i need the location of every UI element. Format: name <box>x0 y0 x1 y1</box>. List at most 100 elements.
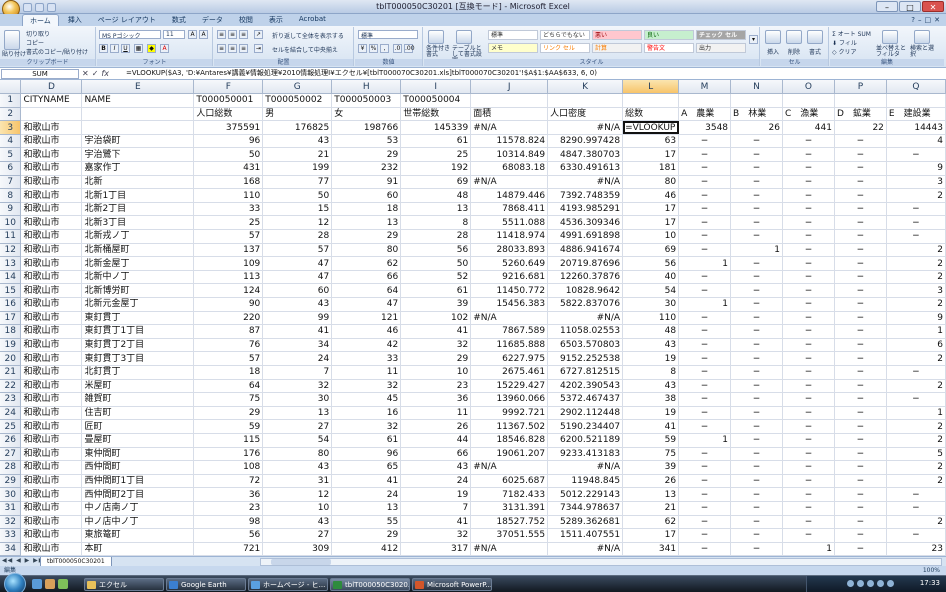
cell[interactable]: 北新桶屋町 <box>81 243 195 258</box>
cell[interactable]: − <box>678 188 732 203</box>
cell[interactable]: − <box>678 161 732 176</box>
cell[interactable]: 108 <box>193 460 264 475</box>
cell[interactable]: #N/A <box>547 120 624 135</box>
cell[interactable]: 和歌山市 <box>20 406 83 421</box>
cell[interactable]: 和歌山市 <box>20 283 83 298</box>
cell[interactable] <box>622 93 680 108</box>
sheet-nav-arrows[interactable]: ◀◀ ◀ ▶ ▶▶ <box>2 557 44 564</box>
cell[interactable]: 和歌山市 <box>20 215 83 231</box>
cell[interactable]: #N/A <box>547 175 624 190</box>
cell[interactable]: − <box>678 215 732 231</box>
cell[interactable]: 41 <box>400 515 472 530</box>
cell[interactable]: − <box>782 515 835 530</box>
ie-icon[interactable] <box>32 579 42 589</box>
cell[interactable]: 15456.383 <box>470 297 549 312</box>
cell[interactable]: 56 <box>622 256 680 271</box>
cell[interactable]: 2902.112448 <box>547 406 624 421</box>
cell[interactable]: 102 <box>400 311 472 326</box>
cell[interactable]: 56 <box>400 243 472 258</box>
cell[interactable]: 10 <box>622 229 680 244</box>
cell[interactable]: 18 <box>331 202 402 217</box>
cell[interactable]: 32 <box>331 379 402 394</box>
cell[interactable]: 1 <box>886 324 946 339</box>
cell[interactable]: − <box>782 297 835 312</box>
cell[interactable]: 431 <box>193 161 264 176</box>
cell[interactable]: 2 <box>886 515 946 530</box>
cell[interactable]: − <box>730 501 783 516</box>
cell[interactable]: 2 <box>886 243 946 258</box>
cell[interactable]: 9216.681 <box>470 270 549 285</box>
find-select-label[interactable]: 検索と選択 <box>910 46 938 58</box>
cell[interactable]: 和歌山市 <box>20 120 83 135</box>
cell[interactable]: 4536.309346 <box>547 215 624 231</box>
active-cell[interactable]: =VLOOKUP <box>622 120 680 135</box>
cell[interactable]: 雑賀町 <box>81 392 195 407</box>
cell[interactable]: 7868.411 <box>470 202 549 217</box>
align-middle-icon[interactable]: ≡ <box>228 30 237 39</box>
cell[interactable]: 北新博労町 <box>81 283 195 298</box>
column-header-e[interactable]: E <box>81 80 195 95</box>
cell[interactable]: 64 <box>193 379 264 394</box>
cell[interactable]: 53 <box>331 134 402 149</box>
select-all-corner[interactable] <box>0 80 22 95</box>
cell[interactable]: 11 <box>331 365 402 380</box>
format-as-table-icon[interactable] <box>456 30 472 44</box>
cell[interactable]: 9233.413183 <box>547 447 624 462</box>
cell[interactable]: 和歌山市 <box>20 433 83 448</box>
cell[interactable]: #N/A <box>547 542 624 556</box>
cell[interactable]: 43 <box>262 134 333 149</box>
row-header[interactable]: 4 <box>0 134 22 149</box>
cell[interactable]: 7867.589 <box>470 324 549 339</box>
cell[interactable]: 東旅篭町 <box>81 528 195 543</box>
cell[interactable] <box>730 93 783 108</box>
cell[interactable]: − <box>730 365 783 380</box>
cell[interactable]: − <box>782 487 835 502</box>
cell[interactable]: 2675.461 <box>470 365 549 380</box>
cell[interactable]: 28033.893 <box>470 243 549 258</box>
cell[interactable]: − <box>678 175 732 190</box>
cell[interactable]: 96 <box>331 447 402 462</box>
style-linked-cell[interactable]: リンク セル <box>540 43 590 53</box>
cell[interactable]: 65 <box>331 460 402 475</box>
row-header[interactable]: 7 <box>0 175 22 190</box>
cell[interactable]: 7344.978637 <box>547 501 624 516</box>
cell[interactable]: 匠町 <box>81 419 195 434</box>
cell[interactable]: 1 <box>678 297 732 312</box>
cell[interactable]: 11948.845 <box>547 474 624 489</box>
tab-data[interactable]: データ <box>195 14 230 26</box>
cell[interactable]: 77 <box>262 175 333 190</box>
cell[interactable]: − <box>782 256 835 271</box>
cell[interactable]: 12 <box>262 215 333 231</box>
cell[interactable]: 75 <box>622 447 680 462</box>
font-name-select[interactable]: MS Pゴシック <box>99 30 161 40</box>
cell[interactable]: 32 <box>400 528 472 543</box>
indent-icon[interactable]: ⇥ <box>254 44 263 53</box>
cell[interactable]: 5289.362681 <box>547 515 624 530</box>
cell[interactable]: − <box>678 379 732 394</box>
cell[interactable]: 28 <box>262 229 333 244</box>
cell[interactable]: 412 <box>331 542 402 556</box>
cell[interactable]: 15229.427 <box>470 379 549 394</box>
cell[interactable]: − <box>834 297 887 312</box>
wrap-text-button[interactable]: 折り返して全体を表示する <box>272 31 344 40</box>
tab-view[interactable]: 表示 <box>262 14 290 26</box>
row-header[interactable]: 25 <box>0 419 22 434</box>
cell[interactable]: 60 <box>262 283 333 298</box>
cell[interactable]: − <box>678 515 732 530</box>
cell[interactable]: − <box>730 297 783 312</box>
style-normal[interactable]: 標準 <box>488 30 538 40</box>
percent-icon[interactable]: % <box>369 44 378 53</box>
delete-cells-icon[interactable] <box>786 30 802 44</box>
volume-icon[interactable] <box>887 580 894 587</box>
cell[interactable]: − <box>678 447 732 462</box>
cell[interactable]: 61 <box>400 134 472 149</box>
cell[interactable]: − <box>678 311 732 326</box>
cell[interactable]: 7392.748359 <box>547 188 624 203</box>
cell[interactable]: − <box>730 474 783 489</box>
cell[interactable]: − <box>678 419 732 434</box>
format-cells-icon[interactable] <box>807 30 823 44</box>
cell[interactable]: − <box>678 406 732 421</box>
cell[interactable]: − <box>678 460 732 475</box>
cell[interactable]: 91 <box>331 175 402 190</box>
cell[interactable]: − <box>834 283 887 298</box>
